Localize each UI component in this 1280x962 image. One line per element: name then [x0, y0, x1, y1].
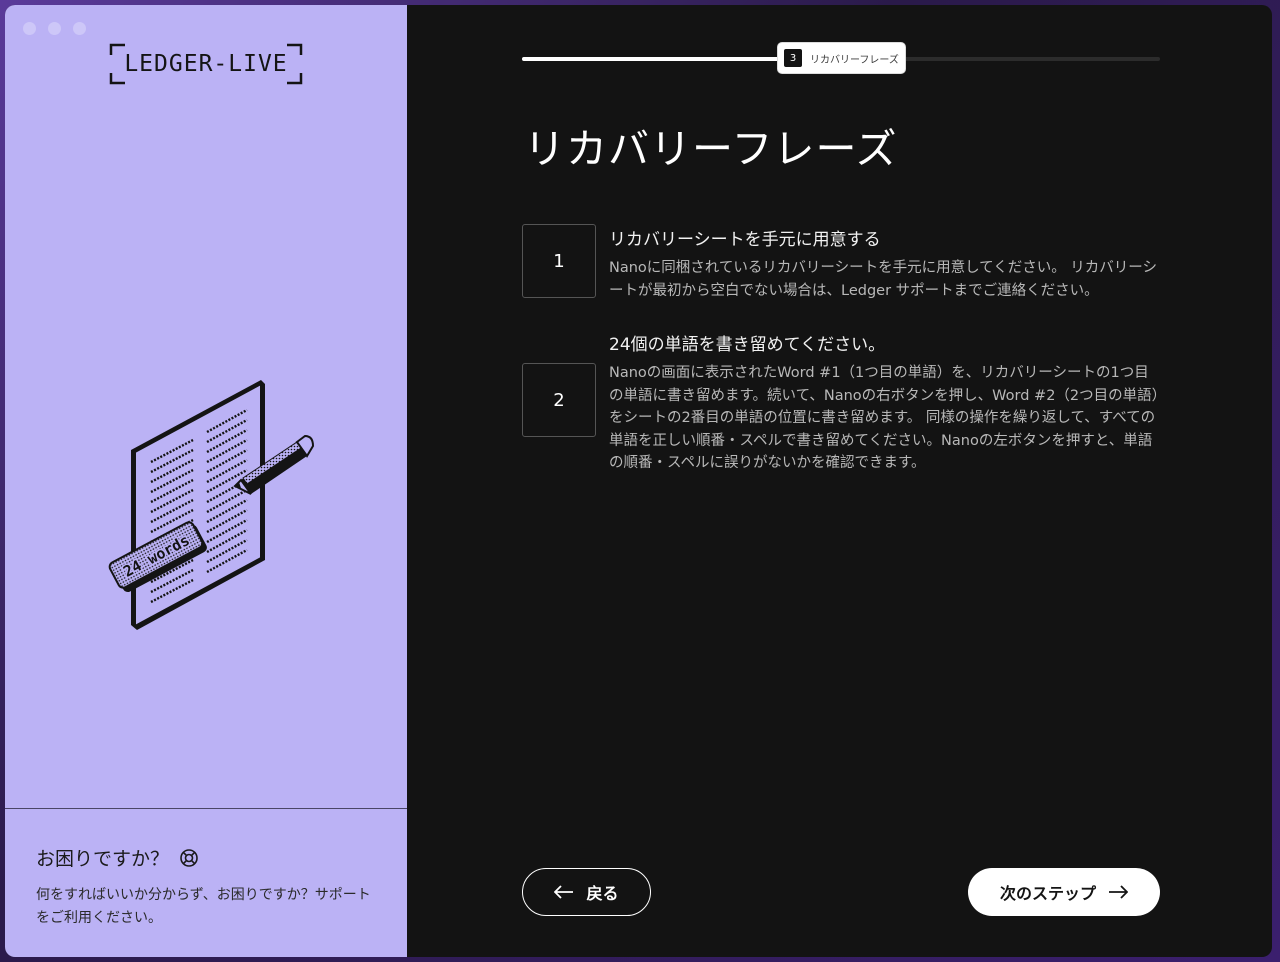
minimize-window-button[interactable]: [48, 22, 61, 35]
window-controls: [23, 22, 86, 35]
step-label: リカバリーフレーズ: [810, 54, 899, 66]
step-1: リカバリーシートを手元に用意する Nanoに同梱されているリカバリーシートを手元…: [609, 225, 1159, 302]
logo-text: LEDGER-LIVE: [124, 51, 288, 77]
main-panel: 3 リカバリーフレーズ リカバリーフレーズ 1 リカバリーシートを手元に用意する…: [407, 5, 1272, 957]
help-title[interactable]: お困りですか？: [36, 844, 199, 871]
step-2-number: 2: [522, 363, 596, 437]
help-title-text: お困りですか？: [36, 848, 170, 870]
left-panel: LEDGER-LIVE 24 words お困りですか？ 何をすればいいか分から…: [5, 5, 407, 957]
next-step-button[interactable]: 次のステップ: [968, 868, 1160, 916]
help-section: お困りですか？ 何をすればいいか分からず、お困りですか？サポートをご利用ください…: [5, 808, 407, 957]
page-title: リカバリーフレーズ: [524, 125, 898, 173]
step-1-heading: リカバリーシートを手元に用意する: [609, 230, 881, 250]
help-description: 何をすればいいか分からず、お困りですか？サポートをご利用ください。: [36, 887, 371, 926]
step-2-heading: 24個の単語を書き留めてください。: [609, 335, 886, 355]
close-window-button[interactable]: [23, 22, 36, 35]
ledger-live-logo: LEDGER-LIVE: [109, 43, 303, 85]
maximize-window-button[interactable]: [73, 22, 86, 35]
arrow-right-icon: [1109, 885, 1128, 899]
step-2-description: Nanoの画面に表示されたWord #1（1つ目の単語）を、リカバリーシートの1…: [609, 365, 1159, 471]
back-button-label: 戻る: [586, 884, 619, 903]
lifebuoy-icon[interactable]: [179, 848, 199, 868]
app-window: LEDGER-LIVE 24 words お困りですか？ 何をすればいいか分から…: [5, 5, 1272, 957]
back-button[interactable]: 戻る: [522, 868, 651, 916]
next-button-label: 次のステップ: [999, 884, 1096, 903]
current-step-chip: 3 リカバリーフレーズ: [778, 43, 905, 73]
progress-fill: [522, 57, 784, 61]
step-1-description: Nanoに同梱されているリカバリーシートを手元に用意してください。 リカバリーシ…: [609, 260, 1158, 299]
step-number-badge: 3: [784, 49, 802, 67]
arrow-left-icon: [554, 885, 574, 899]
step-2: 24個の単語を書き留めてください。 Nanoの画面に表示されたWord #1（1…: [609, 330, 1159, 475]
step-1-number: 1: [522, 224, 596, 298]
recovery-sheet-illustration: 24 words: [101, 370, 321, 639]
